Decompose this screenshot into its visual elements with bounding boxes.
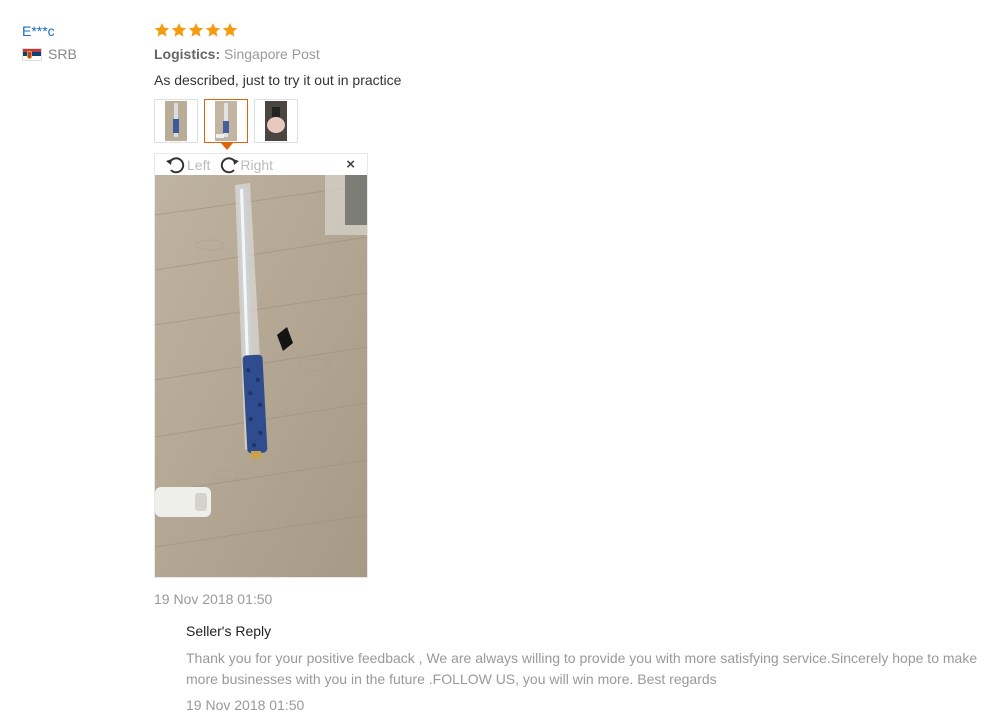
rotate-right-button[interactable]: Right [218,155,273,175]
photo-thumb-image [165,101,187,141]
rotate-left-button[interactable]: Left [165,155,210,175]
serbia-flag-icon [22,47,42,61]
photo-thumb-image [265,101,287,141]
photo-viewer: Left Right × [154,153,368,578]
photo-thumb-3[interactable] [254,99,298,143]
star-icon [171,23,187,37]
star-icon [222,23,238,37]
star-icon [188,23,204,37]
country-code: SRB [48,46,77,62]
star-rating [154,20,984,40]
seller-reply-date: 19 Nov 2018 01:50 [186,697,305,713]
photo-viewer-toolbar: Left Right × [155,154,367,175]
logistics-label: Logistics: [154,46,221,62]
rotate-left-icon [166,156,185,173]
enlarged-review-photo [155,175,367,577]
close-icon[interactable]: × [346,156,355,173]
review-body: Logistics: Singapore Post As described, … [154,20,984,714]
photo-thumb-image [215,101,237,141]
reviewer-country: SRB [22,46,77,62]
star-icon [154,23,170,37]
rotate-right-label: Right [240,156,274,173]
reviewer-info: E***c SRB [22,22,77,62]
rotate-right-icon [221,156,240,173]
photo-thumb-1[interactable] [154,99,198,143]
seller-reply: Seller's Reply Thank you for your positi… [154,622,984,714]
logistics-value: Singapore Post [224,46,320,62]
seller-reply-title: Seller's Reply [186,623,272,639]
photo-thumb-2[interactable] [204,99,248,150]
seller-reply-text: Thank you for your positive feedback , W… [186,650,978,687]
review-date: 19 Nov 2018 01:50 [154,591,273,607]
logistics-info: Logistics: Singapore Post [154,45,984,63]
photo-thumbnails [154,99,984,150]
rotate-left-label: Left [187,156,211,173]
star-icon [205,23,221,37]
review-text: As described, just to try it out in prac… [154,72,402,88]
reviewer-name[interactable]: E***c [22,22,77,40]
